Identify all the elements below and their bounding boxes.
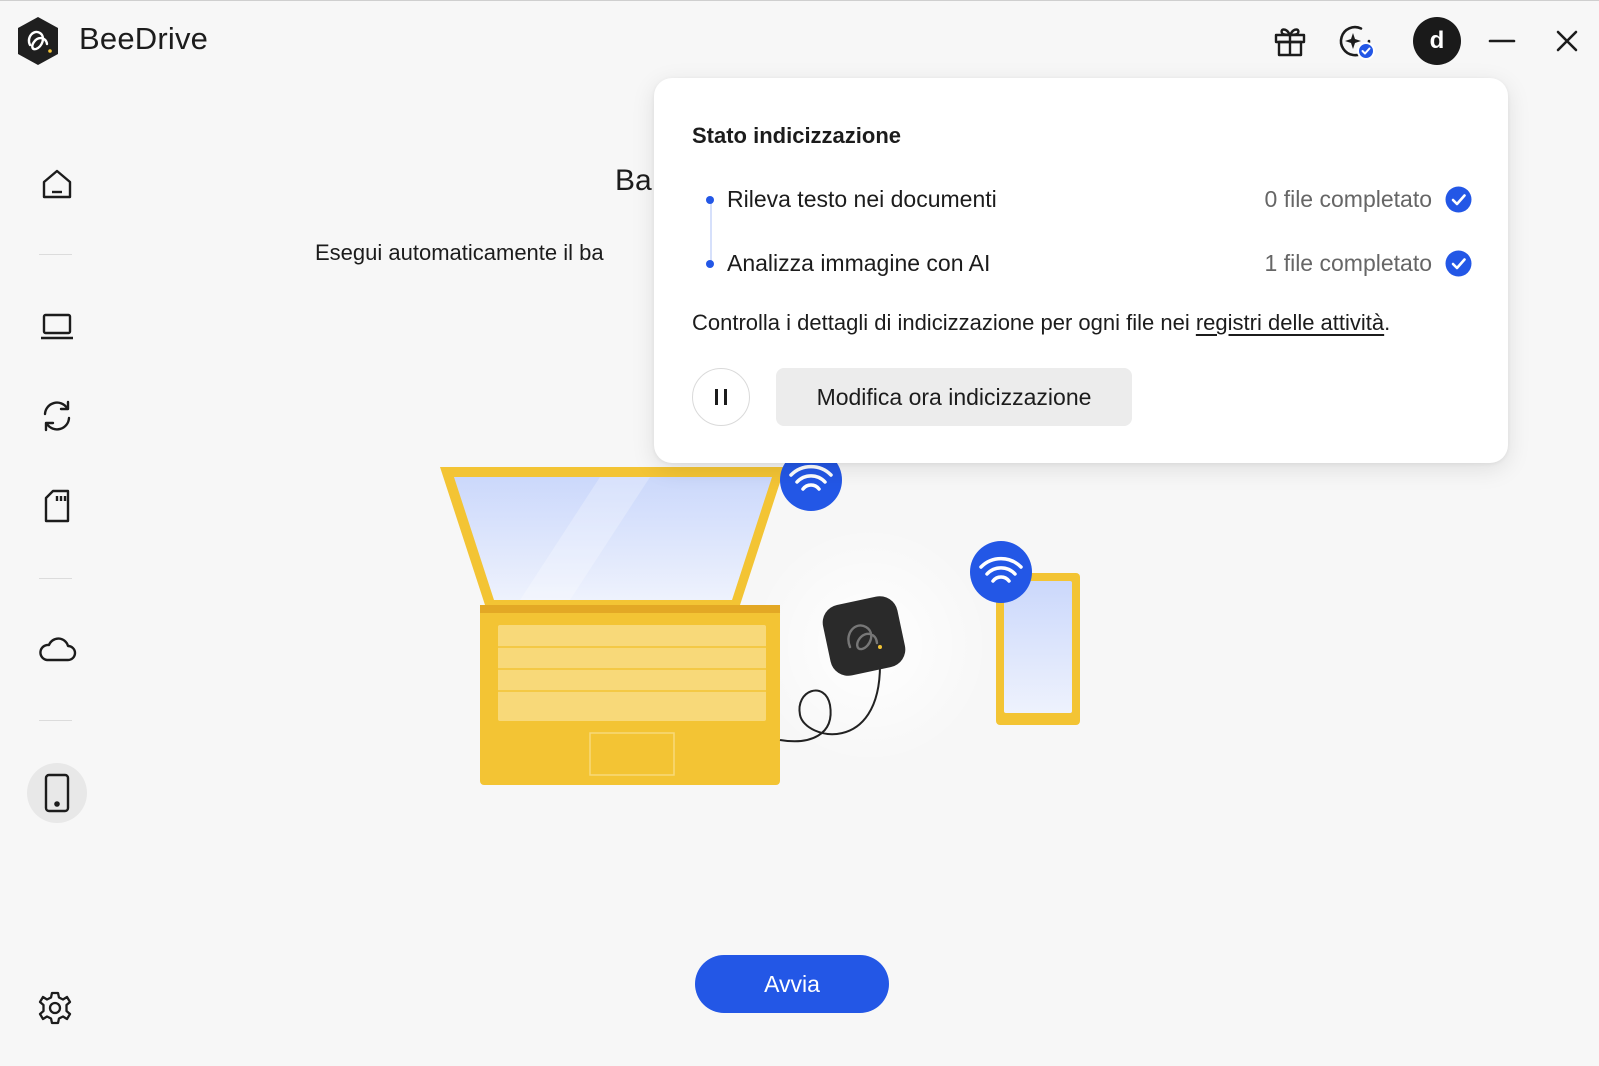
- sidebar-item-cloud[interactable]: [27, 620, 87, 680]
- page-description: Esegui automaticamente il ba: [315, 240, 604, 265]
- laptop-icon: [41, 313, 73, 340]
- pause-indexing-button[interactable]: [692, 368, 750, 426]
- gift-icon[interactable]: [1268, 19, 1312, 63]
- check-circle-icon: [1445, 186, 1472, 213]
- sidebar-divider: [39, 578, 72, 579]
- cloud-icon: [39, 637, 77, 662]
- app-title: BeeDrive: [79, 21, 209, 56]
- sync-icon: [43, 400, 71, 432]
- settings-button[interactable]: [25, 978, 85, 1038]
- ai-indexing-status-icon[interactable]: [1333, 19, 1377, 63]
- task-name: Rileva testo nei documenti: [727, 186, 997, 212]
- beedrive-logo-icon: [18, 17, 58, 65]
- modify-indexing-button[interactable]: Modifica ora indicizzazione: [776, 368, 1132, 426]
- page-title: Ba: [615, 164, 652, 197]
- timeline-dot: [706, 260, 714, 268]
- sidebar-item-sd-card[interactable]: [27, 476, 87, 536]
- pause-icon: [715, 389, 727, 405]
- note-suffix: .: [1384, 310, 1391, 335]
- sidebar-divider: [39, 254, 72, 255]
- indexing-task-row: Rileva testo nei documenti 0 file comple…: [692, 182, 1472, 218]
- task-name: Analizza immagine con AI: [727, 250, 991, 276]
- sd-card-icon: [44, 489, 70, 523]
- sidebar-divider: [39, 720, 72, 721]
- check-circle-icon: [1445, 250, 1472, 277]
- close-icon[interactable]: [1545, 19, 1589, 63]
- wifi-icon: [970, 541, 1032, 603]
- indexing-note: Controlla i dettagli di indicizzazione p…: [692, 310, 1390, 336]
- sidebar-item-sync[interactable]: [27, 386, 87, 446]
- sidebar-item-computer[interactable]: [27, 297, 87, 357]
- gear-icon: [38, 991, 72, 1025]
- task-status: 0 file completato: [1264, 186, 1432, 212]
- timeline-dot: [706, 196, 714, 204]
- sidebar-item-home[interactable]: [27, 154, 87, 214]
- wifi-icon: [780, 455, 842, 511]
- user-avatar[interactable]: d: [1413, 17, 1461, 65]
- start-button[interactable]: Avvia: [695, 955, 889, 1013]
- mobile-phone-icon: [44, 773, 70, 813]
- home-icon: [42, 169, 72, 199]
- sidebar-item-mobile[interactable]: [27, 763, 87, 823]
- note-text: Controlla i dettagli di indicizzazione p…: [692, 310, 1196, 335]
- indexing-status-popup: Stato indicizzazione Rileva testo nei do…: [654, 78, 1508, 463]
- indexing-task-row: Analizza immagine con AI 1 file completa…: [692, 246, 1472, 282]
- activity-logs-link[interactable]: registri delle attività: [1196, 310, 1384, 335]
- title-bar: BeeDrive d: [0, 0, 1599, 80]
- popup-title: Stato indicizzazione: [692, 123, 902, 148]
- task-status: 1 file completato: [1264, 250, 1432, 276]
- minimize-icon[interactable]: [1480, 19, 1524, 63]
- device-backup-illustration: [440, 455, 1080, 785]
